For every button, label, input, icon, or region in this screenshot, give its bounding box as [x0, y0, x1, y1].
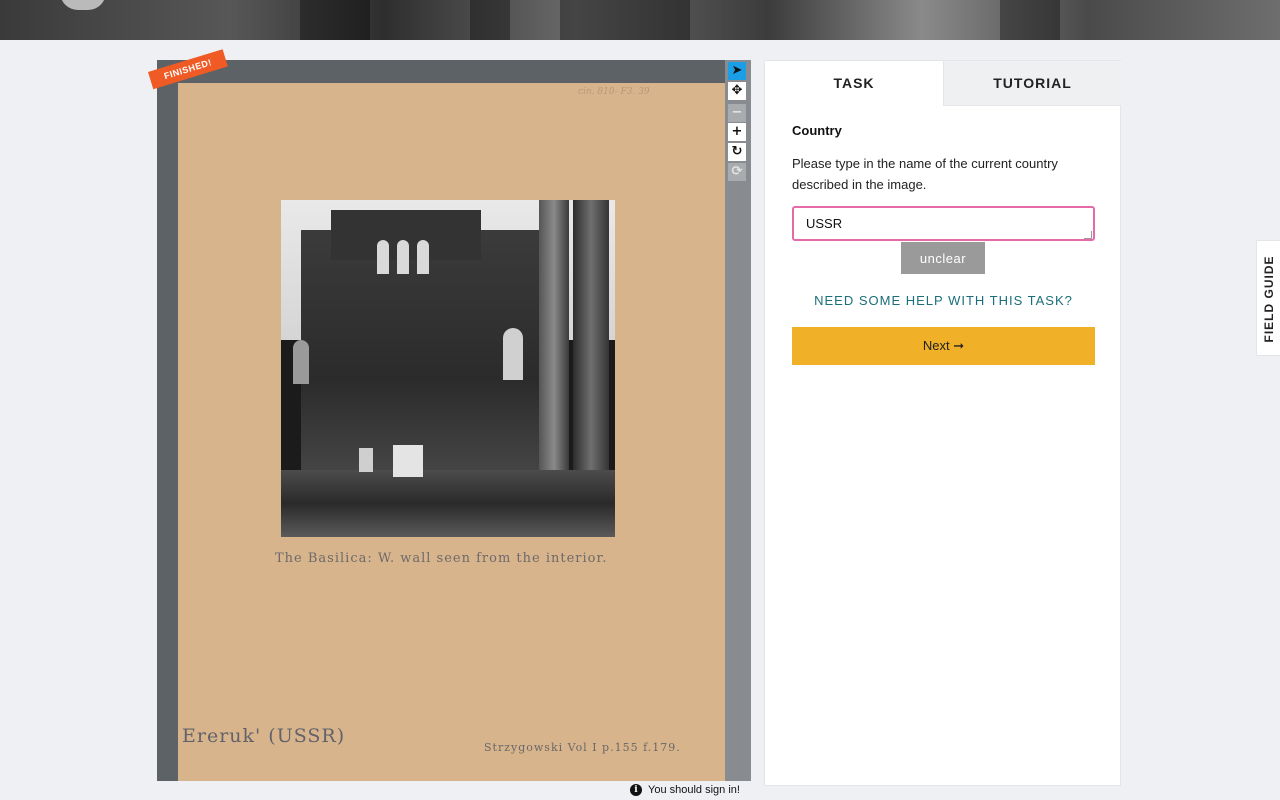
photo-caption: The Basilica: W. wall seen from the inte…	[275, 551, 608, 566]
zoom-out-icon[interactable]: −	[728, 104, 746, 122]
project-banner	[0, 0, 1280, 40]
move-icon[interactable]: ✥	[728, 82, 746, 100]
field-guide-tab[interactable]: FIELD GUIDE	[1256, 240, 1280, 356]
country-input[interactable]	[792, 206, 1095, 241]
unclear-button[interactable]: unclear	[901, 242, 985, 274]
reset-icon[interactable]: ⟳	[728, 163, 746, 181]
viewer-toolbar: ➤ ✥ − + ↻ ⟳	[725, 60, 751, 781]
question-text: Please type in the name of the current c…	[792, 156, 1058, 192]
pointer-icon[interactable]: ➤	[728, 62, 746, 80]
basilica-photo	[281, 200, 615, 537]
task-tabs: TASK TUTORIAL	[765, 61, 1122, 106]
location-label: Ereruk' (USSR)	[182, 725, 346, 747]
signin-notice[interactable]: i You should sign in!	[630, 784, 740, 796]
field-guide-label: FIELD GUIDE	[1262, 255, 1276, 343]
catalog-note: cin. 810- F3. 39	[578, 87, 650, 97]
zoom-in-icon[interactable]: +	[728, 123, 746, 141]
resize-handle[interactable]	[1084, 231, 1092, 239]
tab-task[interactable]: TASK	[765, 61, 943, 106]
project-logo[interactable]	[60, 0, 106, 10]
rotate-icon[interactable]: ↻	[728, 143, 746, 161]
task-panel: TASK TUTORIAL Country Please type in the…	[764, 60, 1121, 786]
tab-tutorial[interactable]: TUTORIAL	[943, 61, 1121, 106]
info-icon: i	[630, 784, 642, 796]
signin-text: You should sign in!	[648, 784, 740, 796]
next-button[interactable]: Next ➞	[792, 327, 1095, 365]
question-title: Country	[792, 123, 842, 138]
subject-image[interactable]: cin. 810- F3. 39 The Basilica: W. wall s…	[178, 83, 725, 781]
source-reference: Strzygowski Vol I p.155 f.179.	[484, 741, 681, 754]
help-link[interactable]: NEED SOME HELP WITH THIS TASK?	[765, 293, 1122, 308]
subject-viewer[interactable]: cin. 810- F3. 39 The Basilica: W. wall s…	[157, 60, 725, 781]
